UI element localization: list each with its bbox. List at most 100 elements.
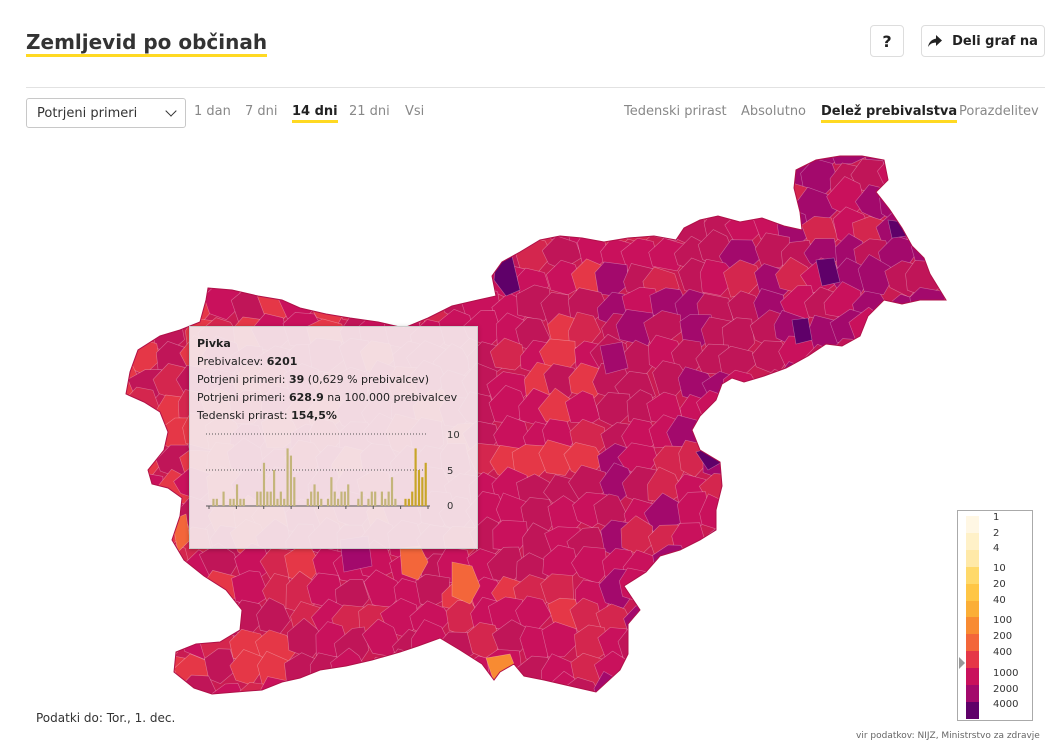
municipality-region[interactable] xyxy=(107,135,143,172)
municipality-region[interactable] xyxy=(105,395,142,434)
municipality-region[interactable] xyxy=(154,210,191,247)
municipality-region[interactable] xyxy=(199,152,239,191)
municipality-region[interactable] xyxy=(489,154,529,190)
municipality-region[interactable] xyxy=(463,180,502,223)
municipality-region[interactable] xyxy=(103,679,142,714)
municipality-region[interactable] xyxy=(748,650,790,689)
municipality-region[interactable] xyxy=(306,679,350,715)
municipality-region[interactable] xyxy=(802,626,840,661)
municipality-region[interactable] xyxy=(105,232,140,273)
municipality-region[interactable] xyxy=(720,184,757,221)
municipality-region[interactable] xyxy=(435,131,476,165)
municipality-region[interactable] xyxy=(206,182,245,219)
municipality-region[interactable] xyxy=(127,542,168,583)
municipality-region[interactable] xyxy=(853,338,892,371)
municipality-region[interactable] xyxy=(875,677,917,714)
municipality-region[interactable] xyxy=(566,183,604,218)
municipality-region[interactable] xyxy=(801,676,840,717)
municipality-region[interactable] xyxy=(412,210,446,249)
municipality-region[interactable] xyxy=(881,542,920,580)
municipality-region[interactable] xyxy=(287,157,321,194)
municipality-region[interactable] xyxy=(200,213,240,251)
municipality-region[interactable] xyxy=(698,127,734,161)
municipality-region[interactable] xyxy=(805,599,844,636)
municipality-region[interactable] xyxy=(413,156,452,193)
municipality-region[interactable] xyxy=(393,213,430,247)
municipality-region[interactable] xyxy=(155,262,195,297)
municipality-region[interactable] xyxy=(900,628,939,664)
municipality-region[interactable] xyxy=(885,519,926,554)
municipality-region[interactable] xyxy=(781,467,818,506)
municipality-region[interactable] xyxy=(724,681,764,720)
municipality-region[interactable] xyxy=(409,135,447,174)
municipality-region[interactable] xyxy=(827,524,866,561)
municipality-region[interactable] xyxy=(462,230,499,269)
municipality-region[interactable] xyxy=(653,680,690,716)
municipality-region[interactable] xyxy=(705,185,738,221)
municipality-region[interactable] xyxy=(829,450,868,482)
municipality-region[interactable] xyxy=(490,206,527,248)
municipality-region[interactable] xyxy=(621,127,658,167)
municipality-region[interactable] xyxy=(416,231,453,270)
municipality-region[interactable] xyxy=(134,597,169,634)
municipality-region[interactable] xyxy=(106,289,143,326)
municipality-region[interactable] xyxy=(701,547,739,583)
municipality-region[interactable] xyxy=(101,548,140,586)
municipality-region[interactable] xyxy=(332,671,366,712)
municipality-region[interactable] xyxy=(721,136,760,170)
municipality-region[interactable] xyxy=(755,467,791,504)
municipality-region[interactable] xyxy=(809,572,846,611)
municipality-region[interactable] xyxy=(101,259,141,295)
municipality-region[interactable] xyxy=(726,515,764,554)
municipality-region[interactable] xyxy=(336,177,372,216)
municipality-region[interactable] xyxy=(104,420,142,457)
period-option-1-day[interactable]: 1 dan xyxy=(194,104,231,120)
municipality-region[interactable] xyxy=(907,361,947,397)
municipality-region[interactable] xyxy=(491,189,525,225)
municipality-region[interactable] xyxy=(105,524,142,561)
municipality-region[interactable] xyxy=(340,260,377,298)
municipality-region[interactable] xyxy=(546,161,583,195)
municipality-region[interactable] xyxy=(830,387,865,426)
municipality-region[interactable] xyxy=(901,573,943,610)
municipality-region[interactable] xyxy=(881,498,918,539)
municipality-region[interactable] xyxy=(544,129,582,165)
municipality-region[interactable] xyxy=(650,136,690,173)
municipality-region[interactable] xyxy=(591,190,629,224)
municipality-region[interactable] xyxy=(780,441,820,481)
view-option-absolute[interactable]: Absolutno xyxy=(741,104,806,120)
municipality-region[interactable] xyxy=(706,658,742,691)
municipality-region[interactable] xyxy=(706,420,744,456)
municipality-region[interactable] xyxy=(854,597,891,638)
municipality-region[interactable] xyxy=(103,201,141,241)
municipality-region[interactable] xyxy=(881,656,921,694)
municipality-region[interactable] xyxy=(641,183,681,219)
municipality-region[interactable] xyxy=(127,256,165,299)
municipality-region[interactable] xyxy=(381,263,420,299)
municipality-region[interactable] xyxy=(127,653,167,692)
period-option-14-days[interactable]: 14 dni xyxy=(292,104,338,123)
municipality-region[interactable] xyxy=(804,646,845,686)
municipality-region[interactable] xyxy=(467,207,506,243)
municipality-region[interactable] xyxy=(908,673,948,711)
municipality-region[interactable] xyxy=(831,546,870,581)
municipality-region[interactable] xyxy=(133,419,168,457)
municipality-region[interactable] xyxy=(126,129,161,162)
municipality-region[interactable] xyxy=(754,162,795,200)
municipality-region[interactable] xyxy=(107,599,145,638)
municipality-region[interactable] xyxy=(647,157,688,197)
municipality-region[interactable] xyxy=(259,213,297,251)
municipality-region[interactable] xyxy=(645,626,682,663)
municipality-region[interactable] xyxy=(488,136,524,173)
municipality-region[interactable] xyxy=(177,127,218,163)
municipality-region[interactable] xyxy=(131,569,170,605)
municipality-region[interactable] xyxy=(907,445,946,480)
municipality-region[interactable] xyxy=(724,392,763,428)
municipality-region[interactable] xyxy=(724,571,759,609)
measure-select[interactable]: Potrjeni primeri xyxy=(26,98,186,128)
municipality-region[interactable] xyxy=(252,156,288,192)
municipality-region[interactable] xyxy=(569,138,607,174)
municipality-region[interactable] xyxy=(754,519,790,554)
municipality-region[interactable] xyxy=(540,181,577,220)
municipality-region[interactable] xyxy=(858,444,897,484)
